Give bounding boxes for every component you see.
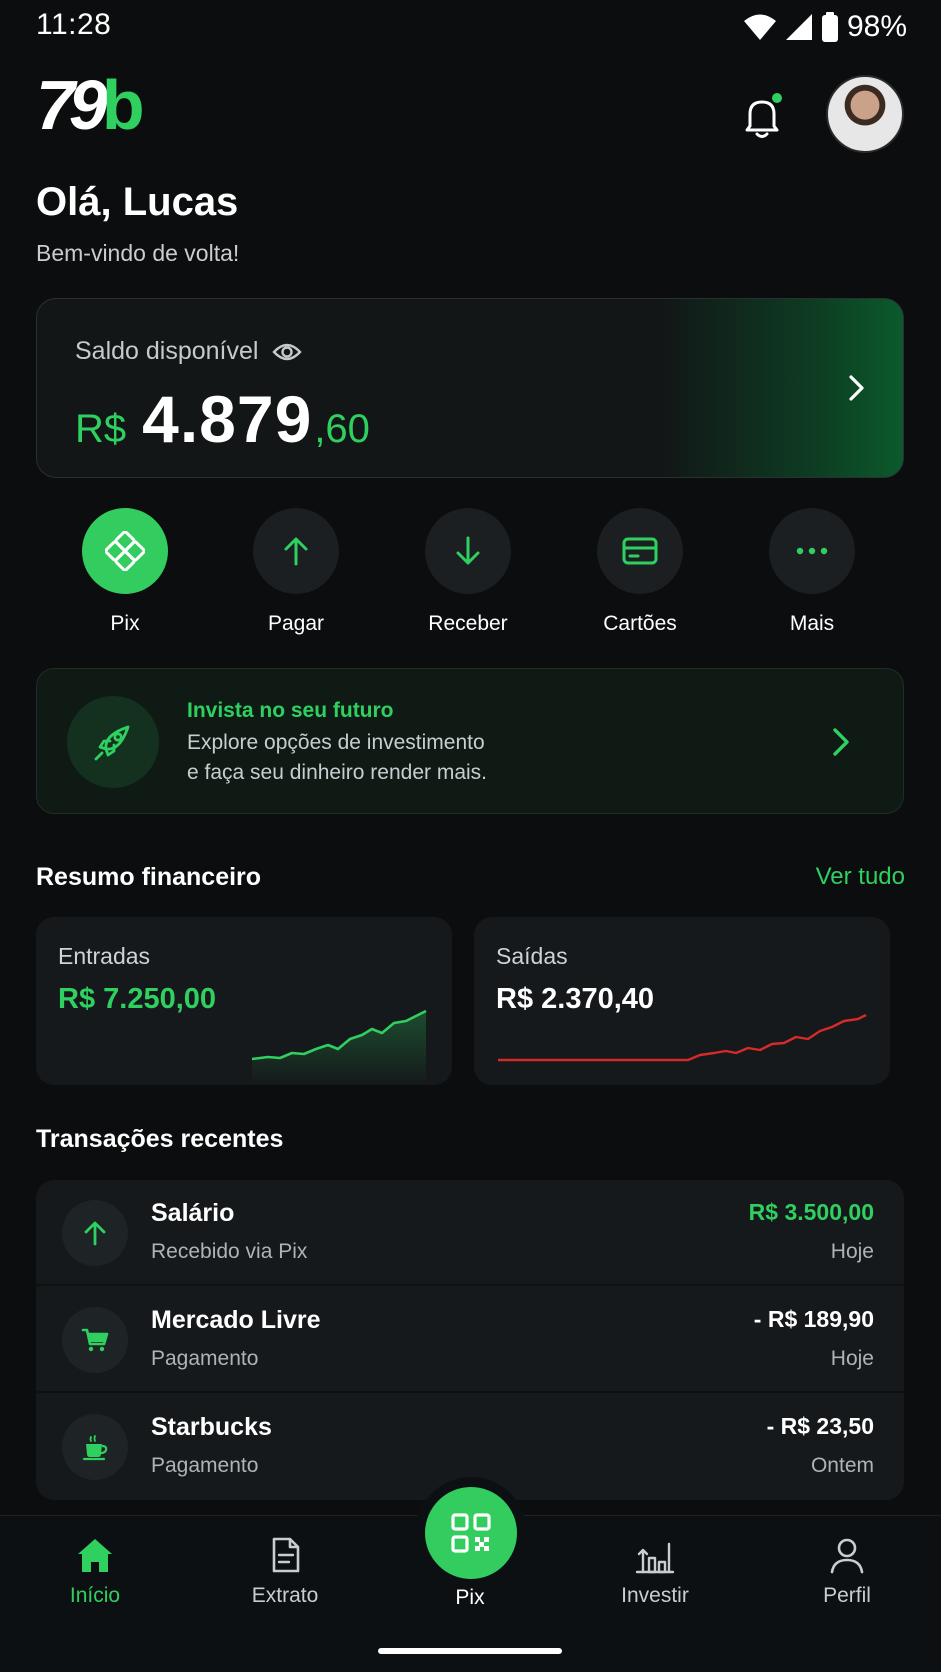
logo-letter: b <box>101 66 145 144</box>
nav-home-label: Início <box>69 1584 121 1607</box>
nav-pix-label: Pix <box>455 1586 485 1609</box>
promo-title: Invista no seu futuro <box>187 699 394 722</box>
status-time: 11:28 <box>36 8 112 41</box>
balance-integer: 4.879 <box>142 382 313 456</box>
action-pix[interactable]: Pix <box>65 508 185 636</box>
chevron-right-icon <box>849 375 864 401</box>
action-more-label: Mais <box>789 612 835 635</box>
action-receive[interactable]: Receber <box>408 508 528 636</box>
logo-number: 79 <box>36 66 108 144</box>
income-label: Entradas <box>58 943 151 969</box>
pix-fab-button[interactable] <box>425 1487 517 1579</box>
transactions-list: Salário Recebido via Pix R$ 3.500,00 Hoj… <box>36 1180 904 1500</box>
coffee-icon <box>82 1435 108 1461</box>
greeting-subtitle: Bem-vindo de volta! <box>36 240 240 266</box>
tx-date: Hoje <box>830 1240 874 1263</box>
eye-icon[interactable] <box>272 341 303 363</box>
action-pay[interactable]: Pagar <box>236 508 356 636</box>
bell-icon <box>745 93 782 138</box>
transaction-row-mercado-livre[interactable]: Mercado Livre Pagamento - R$ 189,90 Hoje <box>36 1287 904 1393</box>
home-indicator[interactable] <box>378 1648 562 1654</box>
transactions-title: Transações recentes <box>36 1125 284 1153</box>
expenses-card[interactable]: Saídas R$ 2.370,40 <box>474 917 890 1085</box>
status-indicators: 98% <box>743 10 907 44</box>
nav-profile[interactable]: Perfil <box>777 1536 917 1608</box>
tx-amount: - R$ 189,90 <box>753 1306 874 1332</box>
invest-promo-banner[interactable]: Invista no seu futuro Explore opções de … <box>36 668 904 814</box>
action-pay-circle[interactable] <box>253 508 339 594</box>
nav-invest[interactable]: Investir <box>585 1536 725 1608</box>
tx-name: Salário <box>151 1199 235 1227</box>
tx-amount: R$ 3.500,00 <box>748 1199 874 1225</box>
tx-icon-circle <box>62 1200 128 1266</box>
tx-subtitle: Recebido via Pix <box>151 1240 308 1263</box>
expenses-value: R$ 2.370,40 <box>496 983 655 1015</box>
home-icon <box>78 1539 112 1572</box>
tx-amount: - R$ 23,50 <box>766 1413 874 1439</box>
action-more-circle[interactable] <box>769 508 855 594</box>
action-receive-label: Receber <box>428 612 508 635</box>
nav-statement[interactable]: Extrato <box>215 1536 355 1608</box>
promo-text-line2: e faça seu dinheiro render mais. <box>187 761 487 784</box>
wifi-icon <box>743 14 776 40</box>
nav-statement-label: Extrato <box>251 1584 319 1607</box>
action-pix-label: Pix <box>110 612 140 635</box>
income-value: R$ 7.250,00 <box>58 983 217 1015</box>
balance-label-row: Saldo disponível <box>75 337 303 366</box>
tx-name: Starbucks <box>151 1413 272 1441</box>
cart-icon <box>81 1328 109 1352</box>
action-cards[interactable]: Cartões <box>580 508 700 636</box>
balance-label: Saldo disponível <box>75 337 259 365</box>
action-pix-circle[interactable] <box>82 508 168 594</box>
arrow-up-icon <box>84 1221 106 1246</box>
action-more[interactable]: Mais <box>752 508 872 636</box>
arrow-down-icon <box>456 536 480 565</box>
avatar[interactable] <box>826 75 904 153</box>
action-pay-label: Pagar <box>267 612 325 635</box>
tx-date: Ontem <box>810 1454 874 1477</box>
document-icon <box>272 1537 300 1573</box>
balance-card[interactable]: Saldo disponível R$ 4.879 ,60 <box>36 298 904 478</box>
card-icon <box>622 537 658 565</box>
transaction-row-salary[interactable]: Salário Recebido via Pix R$ 3.500,00 Hoj… <box>36 1180 904 1286</box>
chevron-right-icon <box>833 728 849 756</box>
balance-amount: R$ 4.879 ,60 <box>75 381 370 457</box>
tx-subtitle: Pagamento <box>151 1454 259 1477</box>
balance-currency: R$ <box>75 407 127 451</box>
expenses-label: Saídas <box>496 943 568 969</box>
tx-icon-circle <box>62 1307 128 1373</box>
nav-profile-label: Perfil <box>823 1584 871 1607</box>
tx-subtitle: Pagamento <box>151 1347 259 1370</box>
pix-icon <box>105 531 145 571</box>
arrow-up-icon <box>284 537 308 566</box>
income-card[interactable]: Entradas R$ 7.250,00 <box>36 917 452 1085</box>
nav-invest-label: Investir <box>621 1584 689 1607</box>
app-logo: 79b <box>36 70 145 140</box>
invest-chart-icon <box>635 1542 675 1574</box>
more-icon <box>796 547 828 555</box>
battery-level: 98% <box>846 10 907 43</box>
balance-decimal: ,60 <box>314 407 370 451</box>
action-receive-circle[interactable] <box>425 508 511 594</box>
promo-text-line1: Explore opções de investimento <box>187 731 485 754</box>
tx-icon-circle <box>62 1414 128 1480</box>
greeting: Olá, Lucas <box>36 180 239 224</box>
rocket-icon <box>94 725 130 761</box>
promo-icon-circle <box>67 696 159 788</box>
action-cards-circle[interactable] <box>597 508 683 594</box>
nav-home[interactable]: Início <box>25 1536 165 1608</box>
transaction-row-starbucks[interactable]: Starbucks Pagamento - R$ 23,50 Ontem <box>36 1394 904 1500</box>
tx-date: Hoje <box>830 1347 874 1370</box>
tx-name: Mercado Livre <box>151 1306 321 1334</box>
user-icon <box>830 1538 864 1574</box>
summary-title: Resumo financeiro <box>36 863 262 891</box>
battery-icon <box>821 12 838 42</box>
action-cards-label: Cartões <box>603 612 677 635</box>
signal-icon <box>785 14 812 40</box>
notification-button[interactable] <box>736 90 788 142</box>
see-all-link[interactable]: Ver tudo <box>816 863 905 891</box>
qr-code-icon <box>451 1513 491 1553</box>
